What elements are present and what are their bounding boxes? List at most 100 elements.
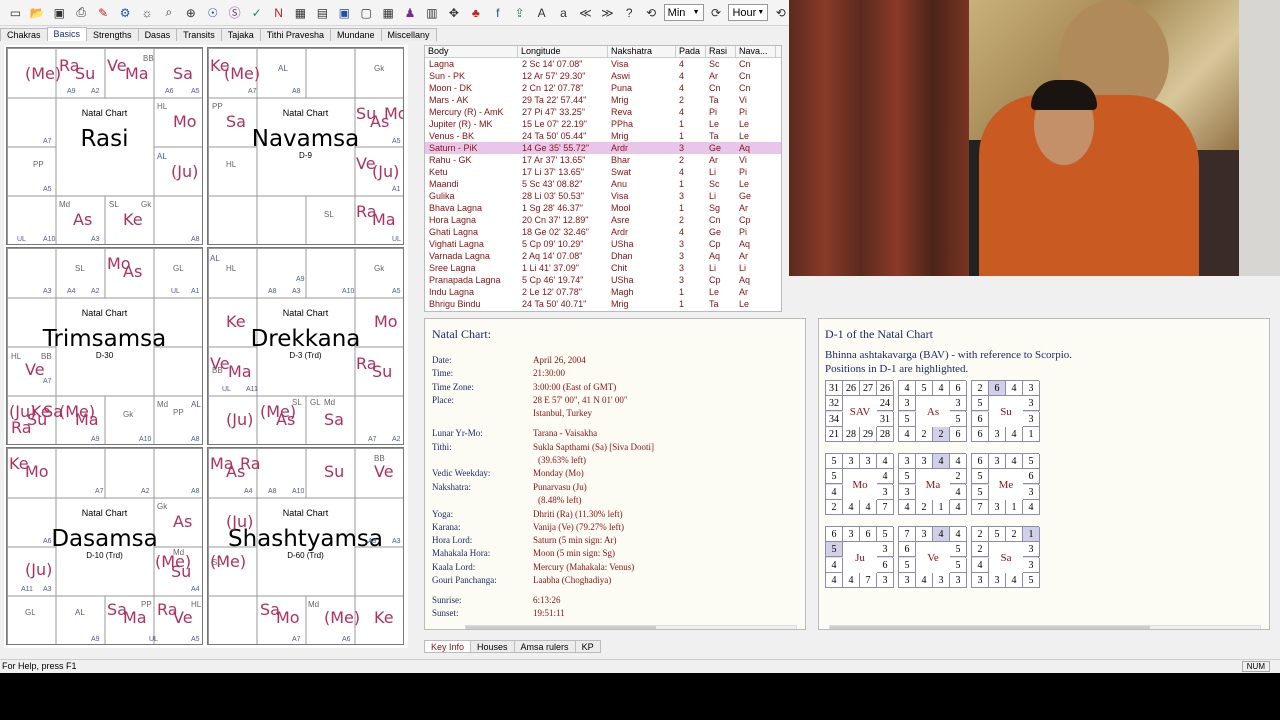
tab-tajaka[interactable]: Tajaka <box>220 28 261 41</box>
forward-icon[interactable]: ≫ <box>598 3 617 22</box>
min-select[interactable]: Min ▼ <box>663 4 704 21</box>
table-row[interactable]: Indu Lagna 2 Le 12' 07.78" Magh 1 Le Ar <box>425 286 781 298</box>
tab-houses[interactable]: Houses <box>470 640 515 653</box>
table-row[interactable]: Rahu - GK 17 Ar 37' 13.65" Bhar 2 Ar Vi <box>425 154 781 166</box>
hour-select[interactable]: Hour ▼ <box>728 4 769 21</box>
globe-icon[interactable]: ⊕ <box>181 3 200 22</box>
table-icon[interactable]: ▤ <box>313 3 332 22</box>
sb-icon[interactable]: ▣ <box>335 3 354 22</box>
sp-icon[interactable]: Ⓢ <box>225 3 244 22</box>
time-step2-icon[interactable]: ⟳ <box>707 3 726 22</box>
puzzle-icon[interactable]: ✥ <box>444 3 463 22</box>
shashtyamsa-chart[interactable]: Natal Chart Shashtyamsa D-60 (Trd) Ma Ra… <box>207 447 404 645</box>
table-row[interactable]: Hora Lagna 20 Cn 37' 12.89" Asre 2 Cn Cp <box>425 214 781 226</box>
col-nakshatra[interactable]: Nakshatra <box>608 46 676 57</box>
open-folder-icon[interactable]: 📂 <box>28 3 47 22</box>
tab-key-info[interactable]: Key Info <box>424 640 472 653</box>
trimsamsa-chart[interactable]: Natal Chart Trimsamsa D-30 Mo As Ve (Ju)… <box>6 247 203 445</box>
drekkana-chart[interactable]: Natal Chart Drekkana D-3 (Trd) Ke Mo Ve … <box>207 247 404 445</box>
tab-strengths[interactable]: Strengths <box>86 28 139 41</box>
table-row[interactable]: Pranapada Lagna 5 Cp 46' 19.74" USha 3 Cp Aq <box>425 274 781 286</box>
search-plus-icon[interactable]: ⌕ <box>159 3 178 22</box>
table-row[interactable]: Varnada Lagna 2 Aq 14' 07.08" Dhan 3 Aq Ar <box>425 250 781 262</box>
time-step-icon[interactable]: ⟲ <box>642 3 661 22</box>
chevron-down-icon: ▼ <box>757 9 765 16</box>
people-icon[interactable]: ♟ <box>401 3 420 22</box>
table-cell: Ta <box>709 131 719 141</box>
calendar-icon[interactable]: ▦ <box>379 3 398 22</box>
table-cell: Ardr <box>611 227 629 237</box>
print-icon[interactable]: ⎙ <box>72 3 91 22</box>
new-file-icon[interactable]: ▭ <box>6 3 25 22</box>
rasi-chart[interactable]: Natal Chart Rasi (Me) Ra Su Ve Ma Sa Mo … <box>6 47 203 245</box>
h-scrollbar[interactable] <box>465 625 797 629</box>
table-row[interactable]: Gulika 28 Li 03' 50.53" Visa 3 Li Ge <box>425 190 781 202</box>
sign-label: SL <box>75 264 85 273</box>
book-icon[interactable]: ▥ <box>423 3 442 22</box>
n-icon[interactable]: N <box>269 3 288 22</box>
table-row[interactable]: Venus - BK 24 Ta 50' 05.44" Mrig 1 Ta Le <box>425 130 781 142</box>
planets-icon[interactable]: ☉ <box>203 3 222 22</box>
bav-grid-label: Me <box>989 469 1023 500</box>
tab-transits[interactable]: Transits <box>176 28 222 41</box>
table-row[interactable]: Saturn - PiK 14 Ge 35' 55.72" Ardr 3 Ge Aq <box>425 142 781 154</box>
col-navamsa[interactable]: Nava... <box>736 46 776 57</box>
table-row[interactable]: Jupiter (R) - MK 15 Le 07' 22.19" PPha 1 Le L… <box>425 118 781 130</box>
table-row[interactable]: Sree Lagna 1 Li 41' 37.09" Chit 3 Li Li <box>425 262 781 274</box>
tab-kp[interactable]: KP <box>574 640 601 653</box>
tab-chakras[interactable]: Chakras <box>0 28 48 41</box>
help-icon[interactable]: ? <box>620 3 639 22</box>
planet-table[interactable]: Body Longitude Nakshatra Pada Rasi Nava.… <box>424 45 782 312</box>
back-icon[interactable]: ≪ <box>576 3 595 22</box>
table-row[interactable]: Lagna 2 Sc 14' 07.08" Visa 4 Sc Cn <box>425 58 781 70</box>
tab-mundane[interactable]: Mundane <box>329 28 382 41</box>
table-row[interactable]: Bhava Lagna 1 Sg 28' 46.37" Mool 1 Sg Ar <box>425 202 781 214</box>
dasamsa-chart[interactable]: Natal Chart Dasamsa D-10 (Trd) Ke Mo As … <box>6 447 203 645</box>
bav-grid-label: Ju <box>843 542 877 573</box>
col-body[interactable]: Body <box>425 46 518 57</box>
col-longitude[interactable]: Longitude <box>518 46 608 57</box>
data-icon[interactable]: ⚙ <box>116 3 135 22</box>
navamsa-chart[interactable]: Natal Chart Navamsa D-9 Ke (Me) Sa Su Mo… <box>207 47 404 245</box>
text-small-icon[interactable]: a <box>554 3 573 22</box>
house-label: A8 <box>191 236 200 243</box>
table-row[interactable]: Sun - PK 12 Ar 57' 29.30" Aswi 4 Ar Cn <box>425 70 781 82</box>
check-icon[interactable]: ✓ <box>247 3 266 22</box>
table-cell: Visa <box>611 191 629 201</box>
table-row[interactable]: Bhrigu Bindu 24 Ta 50' 40.71" Mrig 1 Ta Le <box>425 298 781 310</box>
tab-basics[interactable]: Basics <box>46 27 88 41</box>
h-scrollbar[interactable] <box>829 625 1261 629</box>
frame-icon[interactable]: ▢ <box>357 3 376 22</box>
num-lock-indicator: NUM <box>1241 661 1270 672</box>
table-row[interactable]: Ketu 17 Li 37' 13.65" Swat 4 Li Pi <box>425 166 781 178</box>
bav-cell: 4 <box>826 485 843 500</box>
col-rasi[interactable]: Rasi <box>706 46 736 57</box>
key-info-panel[interactable]: Natal Chart: Date: April 26, 2004 Time: 21:… <box>424 318 806 630</box>
bav-panel[interactable]: D-1 of the Natal Chart Bhinna ashtakavar… <box>818 318 1270 630</box>
grid-icon[interactable]: ▦ <box>291 3 310 22</box>
sign-label: HL <box>226 160 237 169</box>
facebook-icon[interactable]: f <box>488 3 507 22</box>
tab-tithi-pravesha[interactable]: Tithi Pravesha <box>259 28 331 41</box>
tab-amsa-rulers[interactable]: Amsa rulers <box>513 640 576 653</box>
chart-edit-icon[interactable]: ✎ <box>94 3 113 22</box>
table-row[interactable]: Moon - DK 2 Cn 12' 07.78" Puna 4 Cn Cn <box>425 82 781 94</box>
tree-icon[interactable]: ♣ <box>466 3 485 22</box>
col-pada[interactable]: Pada <box>676 46 706 57</box>
time-step3-icon[interactable]: ⟲ <box>771 3 790 22</box>
bav-cell: 1 <box>1023 527 1040 542</box>
save-icon[interactable]: ▣ <box>50 3 69 22</box>
share-icon[interactable]: ⇪ <box>510 3 529 22</box>
bav-grid: 4 5 4 6 3 5 6 2 2 4 5 3 As <box>898 380 967 442</box>
table-row[interactable]: Maandi 5 Sc 43' 08.82" Anu 1 Sc Le <box>425 178 781 190</box>
tab-miscellany[interactable]: Miscellany <box>380 28 437 41</box>
tab-dasas[interactable]: Dasas <box>137 28 178 41</box>
table-row[interactable]: Mercury (R) - AmK 27 Pi 47' 33.25" Reva 4 Pi… <box>425 106 781 118</box>
table-row[interactable]: Mars - AK 29 Ta 22' 57.44" Mrig 2 Ta Vi <box>425 94 781 106</box>
bav-cell: 2 <box>916 427 933 442</box>
sign-label: HL <box>191 600 202 609</box>
table-row[interactable]: Vighati Lagna 5 Cp 09' 10.29" USha 3 Cp Aq <box>425 238 781 250</box>
text-large-icon[interactable]: A <box>532 3 551 22</box>
settings-icon[interactable]: ☼ <box>138 3 157 22</box>
table-row[interactable]: Ghati Lagna 18 Ge 02' 32.46" Ardr 4 Ge Pi <box>425 226 781 238</box>
